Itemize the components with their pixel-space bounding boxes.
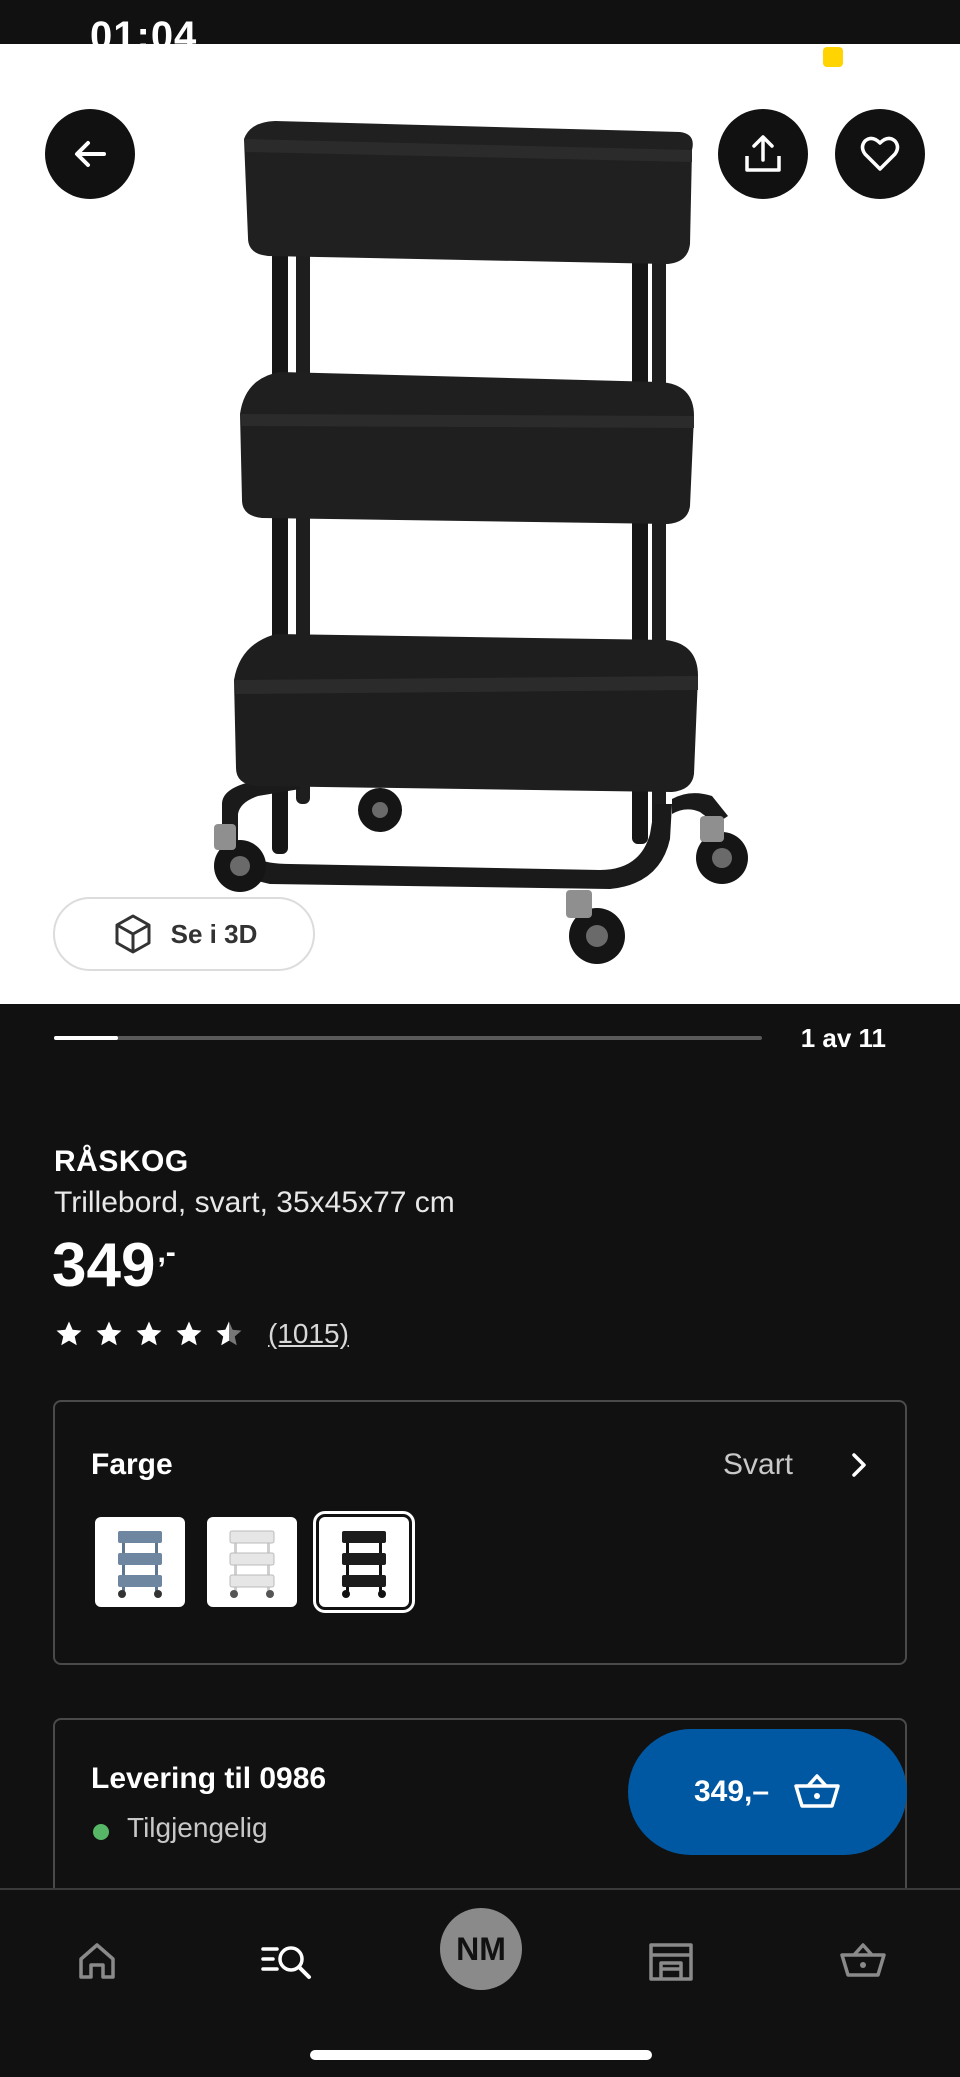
cube-icon [115, 914, 151, 954]
availability-text: Tilgjengelig [127, 1812, 268, 1843]
price-value: 349 [52, 1231, 156, 1300]
search-icon [261, 1946, 311, 1979]
add-to-cart-label: 349,– [693, 1775, 770, 1808]
nav-profile-avatar[interactable]: NM [440, 1908, 522, 1990]
delivery-title: Levering til 0986 [91, 1762, 327, 1795]
chevron-right-icon [852, 1453, 866, 1477]
back-button[interactable] [45, 109, 135, 199]
product-image [214, 121, 748, 964]
color-selector[interactable]: Farge Svart [53, 1400, 907, 1665]
color-swatch-blue-grey[interactable] [95, 1517, 185, 1607]
star-icon [56, 1321, 82, 1346]
product-name: RÅSKOG [54, 1145, 189, 1178]
store-icon [649, 1943, 693, 1981]
gallery-counter: 1 av 11 [800, 1023, 886, 1053]
review-count-link[interactable]: (1015) [268, 1318, 349, 1350]
basket-icon [840, 1943, 886, 1977]
gallery-progress-fill [54, 1036, 118, 1040]
favourite-button[interactable] [835, 109, 925, 199]
availability-dot [93, 1824, 109, 1840]
add-to-cart-button[interactable]: 349,– [628, 1729, 907, 1855]
home-icon [79, 1943, 115, 1979]
nav-search[interactable] [252, 1926, 322, 1996]
color-selector-title: Farge [91, 1448, 173, 1481]
star-icon [96, 1321, 122, 1346]
rating[interactable]: (1015) [54, 1318, 349, 1350]
trolley-thumbnail [118, 1531, 162, 1598]
nav-stores[interactable] [636, 1926, 706, 1996]
trolley-thumbnail [229, 1530, 275, 1598]
gallery-progress-bar [54, 1036, 762, 1040]
heart-icon [860, 136, 900, 171]
share-button[interactable] [718, 109, 808, 199]
arrow-left-icon [75, 141, 106, 167]
product-price: 349,- [52, 1230, 176, 1301]
view-in-3d-button[interactable]: Se i 3D [53, 897, 315, 971]
color-swatch-white[interactable] [207, 1517, 297, 1607]
trolley-thumbnail [342, 1531, 386, 1598]
bottom-navigation: NM [0, 1888, 960, 2077]
nav-home[interactable] [62, 1926, 132, 1996]
home-indicator [310, 2050, 652, 2060]
product-image-gallery[interactable]: Se i 3D [0, 44, 960, 1004]
view-in-3d-label: Se i 3D [170, 918, 258, 949]
price-suffix: ,- [157, 1236, 176, 1269]
product-description: Trillebord, svart, 35x45x77 cm [54, 1186, 455, 1219]
color-swatch-black[interactable] [313, 1511, 415, 1613]
status-time: 01:04 [90, 14, 198, 44]
status-bar: 01:04 [0, 0, 960, 44]
color-selected-value: Svart [723, 1448, 794, 1481]
share-icon [745, 135, 781, 172]
star-icon [176, 1321, 202, 1346]
basket-icon [794, 1774, 840, 1808]
star-icon [136, 1321, 162, 1346]
half-star-icon [216, 1321, 242, 1346]
nav-basket[interactable] [828, 1926, 898, 1996]
status-indicator-dot [823, 47, 843, 67]
